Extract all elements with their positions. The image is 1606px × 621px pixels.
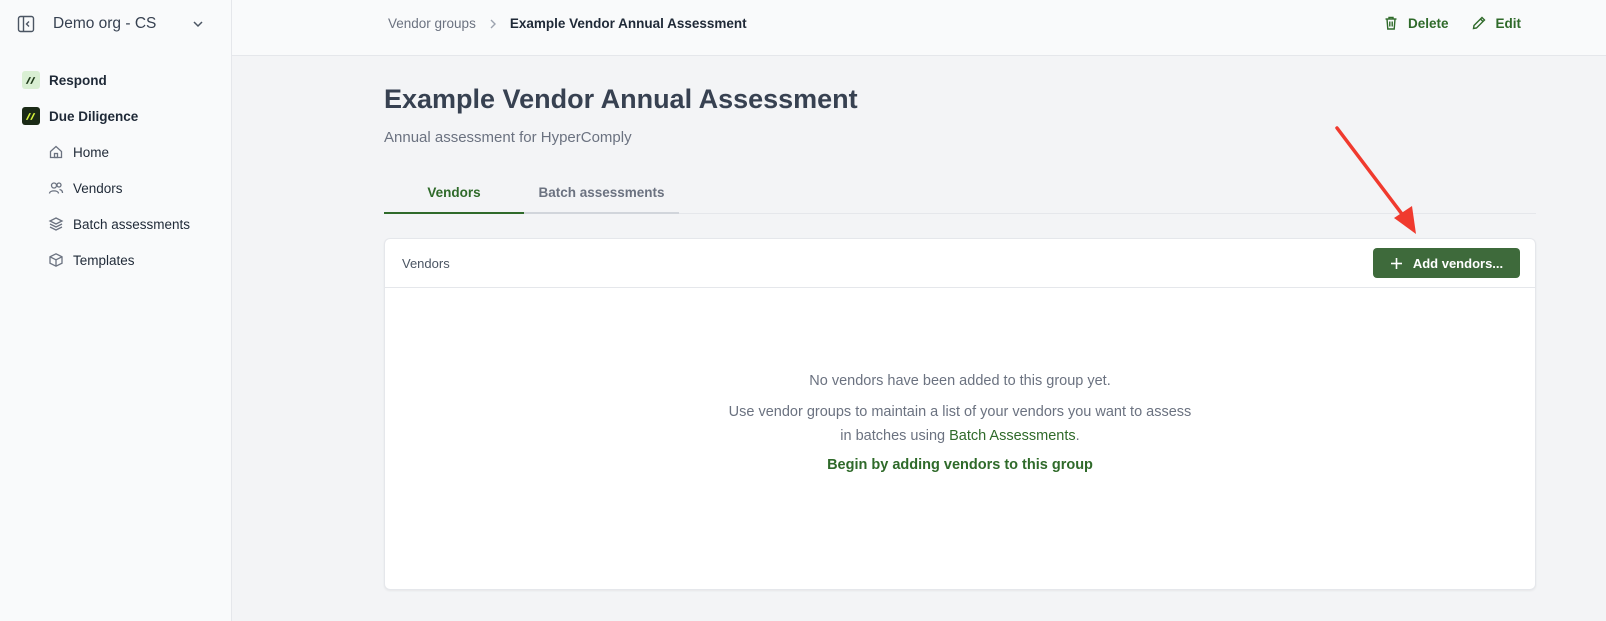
card-header: Vendors Add vendors... — [385, 239, 1535, 288]
header-actions: Delete Edit — [1383, 15, 1543, 31]
card-title: Vendors — [402, 256, 450, 271]
page-subtitle: Annual assessment for HyperComply — [384, 129, 632, 146]
due-diligence-logo-icon — [22, 107, 40, 125]
annotation-arrow-icon — [1335, 126, 1416, 234]
chevron-down-icon[interactable] — [190, 16, 206, 32]
sidebar-item-label: Home — [73, 144, 110, 160]
breadcrumb: Vendor groups Example Vendor Annual Asse… — [388, 16, 747, 31]
sidebar-item-label: Vendors — [73, 180, 123, 196]
pencil-icon — [1472, 16, 1486, 30]
respond-logo-icon — [22, 71, 40, 89]
users-icon — [48, 180, 64, 196]
sidebar: Demo org - CS Respond Due Diligence Home… — [0, 0, 232, 621]
chevron-right-icon — [486, 17, 500, 31]
sidebar-item-home[interactable]: Home — [0, 134, 231, 170]
sidebar-nav: Respond Due Diligence Home Vendors Batch… — [0, 62, 231, 278]
sidebar-item-due-diligence[interactable]: Due Diligence — [0, 98, 231, 134]
edit-label: Edit — [1495, 15, 1522, 31]
top-bar: Vendor groups Example Vendor Annual Asse… — [232, 0, 1606, 56]
delete-label: Delete — [1408, 15, 1449, 31]
org-switcher[interactable]: Demo org - CS — [0, 0, 231, 48]
add-vendors-button[interactable]: Add vendors... — [1373, 248, 1520, 278]
batch-assessments-link[interactable]: Batch Assessments — [949, 428, 1076, 444]
page-title: Example Vendor Annual Assessment — [384, 84, 858, 114]
help-text-suffix: . — [1075, 428, 1080, 444]
empty-help-text: Use vendor groups to maintain a list of … — [725, 400, 1195, 448]
begin-adding-vendors-link[interactable]: Begin by adding vendors to this group — [385, 457, 1535, 473]
sidebar-item-templates[interactable]: Templates — [0, 242, 231, 278]
breadcrumb-vendor-groups[interactable]: Vendor groups — [388, 16, 476, 31]
tab-batch-assessments[interactable]: Batch assessments — [524, 172, 679, 214]
sidebar-item-label: Respond — [49, 72, 107, 88]
sidebar-item-respond[interactable]: Respond — [0, 62, 231, 98]
add-vendors-label: Add vendors... — [1412, 255, 1504, 271]
layers-icon — [48, 216, 64, 232]
box-icon — [48, 252, 64, 268]
edit-button[interactable]: Edit — [1471, 15, 1522, 31]
sidebar-item-vendors[interactable]: Vendors — [0, 170, 231, 206]
sidebar-item-label: Due Diligence — [49, 108, 139, 124]
vendors-card: Vendors Add vendors... No vendors have b… — [384, 238, 1536, 590]
empty-state: No vendors have been added to this group… — [385, 373, 1535, 473]
breadcrumb-current: Example Vendor Annual Assessment — [509, 16, 747, 31]
plus-icon — [1390, 257, 1402, 269]
home-icon — [48, 144, 64, 160]
delete-button[interactable]: Delete — [1383, 15, 1449, 31]
sidebar-item-label: Templates — [73, 252, 135, 268]
org-name: Demo org - CS — [53, 15, 157, 32]
sidebar-item-label: Batch assessments — [73, 216, 191, 232]
trash-icon — [1385, 16, 1397, 30]
tab-vendors[interactable]: Vendors — [384, 172, 524, 214]
sidebar-toggle-icon[interactable] — [17, 15, 35, 33]
sidebar-item-batch-assessments[interactable]: Batch assessments — [0, 206, 231, 242]
empty-message: No vendors have been added to this group… — [809, 373, 1111, 389]
